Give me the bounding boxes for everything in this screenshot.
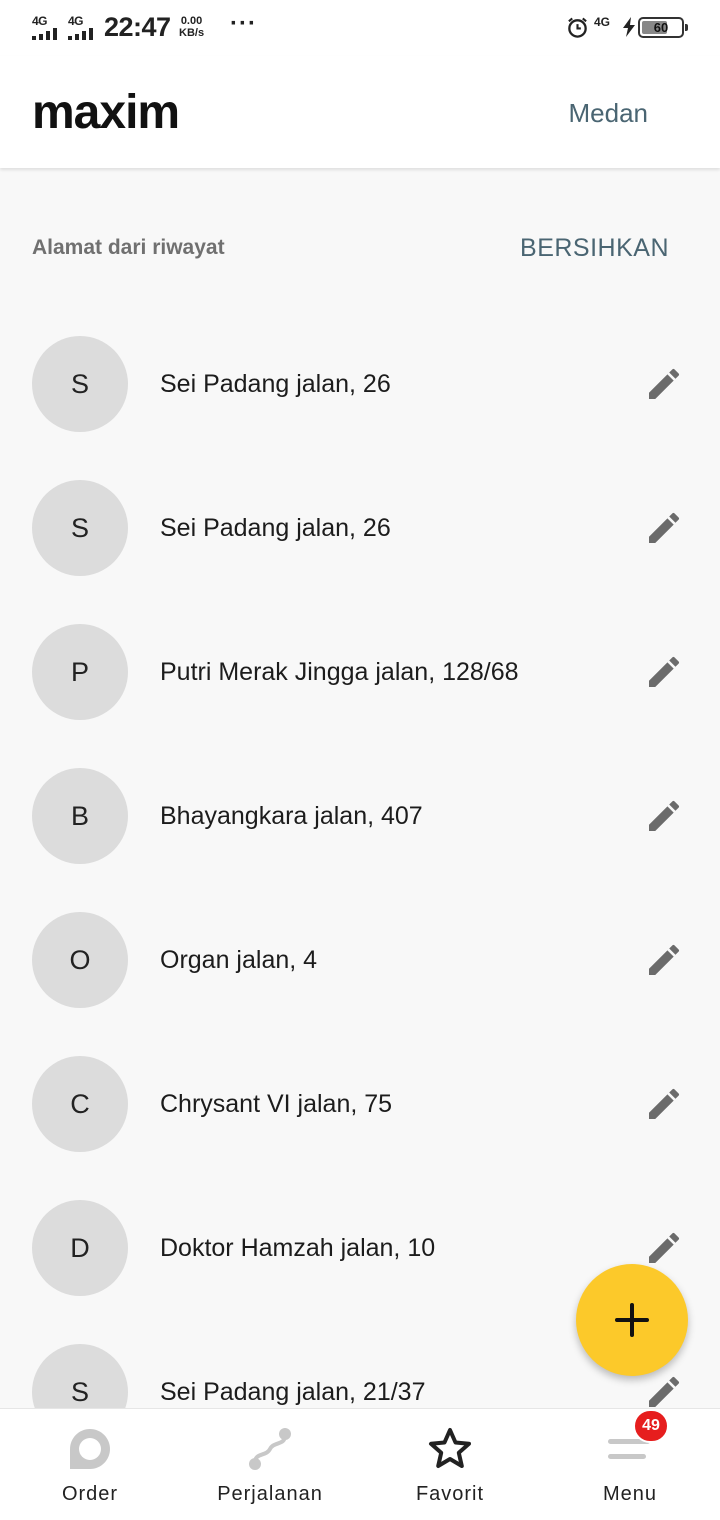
- address-avatar: O: [32, 912, 128, 1008]
- edit-pencil-icon[interactable]: [644, 940, 684, 980]
- nav-item-favorit[interactable]: Favorit: [360, 1409, 540, 1520]
- plus-icon: [615, 1303, 649, 1337]
- speed-value: 0.00: [180, 15, 203, 27]
- edit-pencil-icon[interactable]: [644, 1228, 684, 1268]
- address-avatar: S: [32, 1344, 128, 1408]
- address-text: Chrysant VI jalan, 75: [160, 1090, 393, 1118]
- address-avatar: C: [32, 1056, 128, 1152]
- add-address-button[interactable]: [576, 1264, 688, 1376]
- battery-icon: 60: [638, 17, 688, 38]
- address-text: Sei Padang jalan, 21/37: [160, 1378, 426, 1406]
- status-bar: 4G 4G 22:47 0.00 KB/s ··· 4G 60: [0, 0, 720, 56]
- address-text: Doktor Hamzah jalan, 10: [160, 1234, 436, 1262]
- sim2-label: 4G: [68, 14, 84, 28]
- nav-item-perjalanan[interactable]: Perjalanan: [180, 1409, 360, 1520]
- nav-label-menu: Menu: [602, 1483, 658, 1505]
- maxim-logo: maxim: [32, 90, 180, 136]
- network-4g-label: 4G: [594, 15, 611, 29]
- menu-notification-badge: 49: [633, 1409, 669, 1443]
- nav-label-favorit: Favorit: [415, 1483, 485, 1505]
- more-notifications-icon: ···: [230, 10, 257, 37]
- edit-pencil-icon[interactable]: [644, 508, 684, 548]
- address-row[interactable]: S Sei Padang jalan, 26: [0, 312, 720, 456]
- edit-pencil-icon[interactable]: [644, 1372, 684, 1408]
- status-time: 22:47: [104, 12, 171, 42]
- edit-pencil-icon[interactable]: [644, 1084, 684, 1124]
- city-selector-button[interactable]: Medan: [569, 98, 649, 129]
- address-avatar: S: [32, 480, 128, 576]
- address-text: Putri Merak Jingga jalan, 128/68: [160, 658, 519, 686]
- address-row[interactable]: P Putri Merak Jingga jalan, 128/68: [0, 600, 720, 744]
- address-avatar: S: [32, 336, 128, 432]
- alarm-icon: [568, 17, 587, 38]
- address-text: Organ jalan, 4: [160, 946, 318, 974]
- logo-text: maxim: [32, 90, 179, 136]
- nav-label-order: Order: [61, 1483, 119, 1505]
- address-row[interactable]: C Chrysant VI jalan, 75: [0, 1032, 720, 1176]
- address-row[interactable]: S Sei Padang jalan, 26: [0, 456, 720, 600]
- route-icon: [249, 1428, 291, 1470]
- address-text: Bhayangkara jalan, 407: [160, 802, 423, 830]
- battery-level: 60: [653, 20, 669, 35]
- address-row[interactable]: B Bhayangkara jalan, 407: [0, 744, 720, 888]
- address-row[interactable]: O Organ jalan, 4: [0, 888, 720, 1032]
- clear-history-button[interactable]: BERSIHKAN: [520, 234, 669, 263]
- charging-icon: [623, 17, 635, 37]
- network-speed: 0.00 KB/s: [179, 15, 204, 39]
- address-history-list[interactable]: S Sei Padang jalan, 26 S Sei Padang jalan, …: [0, 312, 720, 1408]
- address-avatar: B: [32, 768, 128, 864]
- nav-label-perjalanan: Perjalanan: [217, 1483, 323, 1505]
- app-header: maxim Medan: [0, 56, 720, 168]
- nav-item-order[interactable]: Order: [0, 1409, 180, 1520]
- speed-unit: KB/s: [179, 27, 205, 39]
- address-avatar: P: [32, 624, 128, 720]
- star-icon: [429, 1428, 471, 1468]
- sim1-label: 4G: [32, 14, 48, 28]
- edit-pencil-icon[interactable]: [644, 364, 684, 404]
- address-text: Sei Padang jalan, 26: [160, 370, 391, 398]
- bottom-navigation: Order Perjalanan Favorit 49 Menu: [0, 1408, 720, 1520]
- address-avatar: D: [32, 1200, 128, 1296]
- edit-pencil-icon[interactable]: [644, 796, 684, 836]
- nav-item-menu[interactable]: 49 Menu: [540, 1409, 720, 1520]
- section-title: Alamat dari riwayat: [32, 236, 225, 259]
- address-text: Sei Padang jalan, 26: [160, 514, 391, 542]
- edit-pencil-icon[interactable]: [644, 652, 684, 692]
- order-icon: [70, 1429, 110, 1469]
